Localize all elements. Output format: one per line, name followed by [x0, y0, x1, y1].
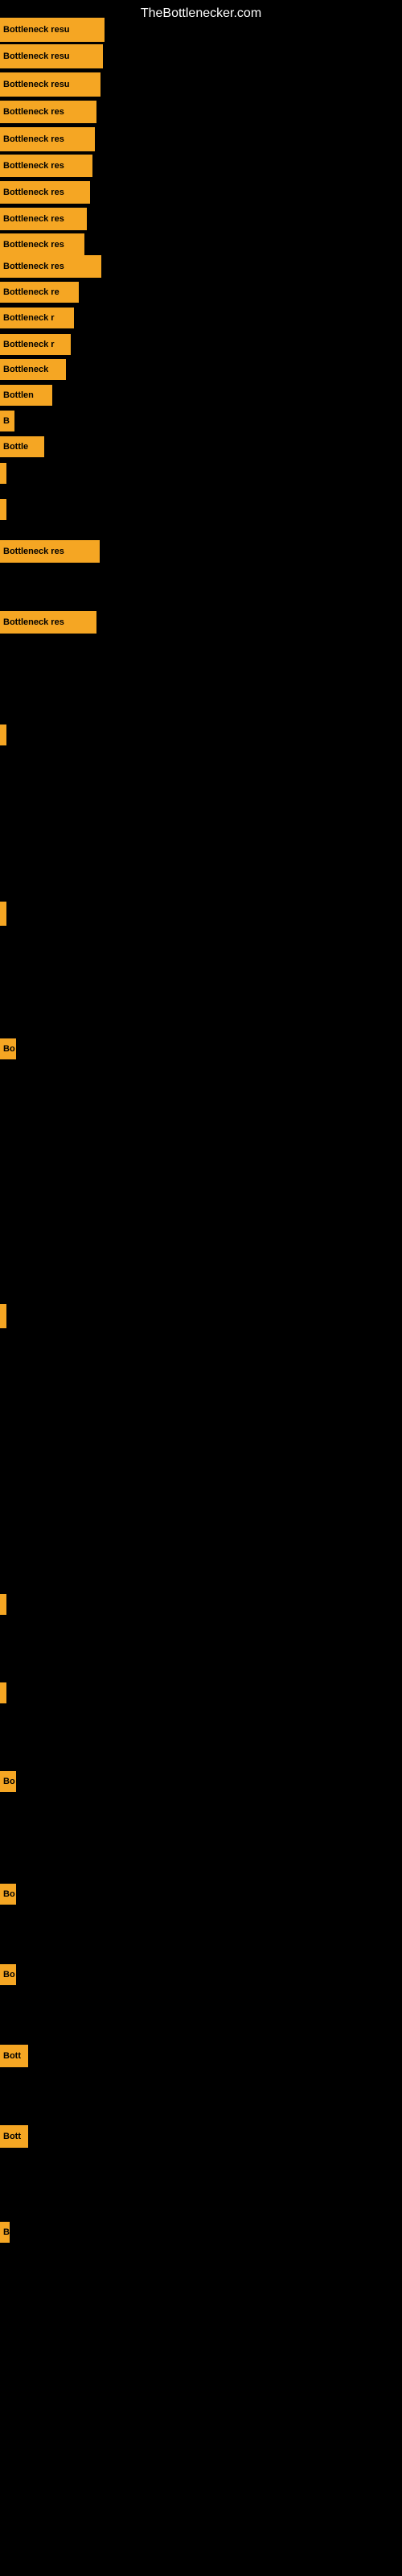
bottleneck-bar: Bottleneck re — [0, 282, 79, 303]
bottleneck-bar: Bottlen — [0, 385, 52, 406]
bottleneck-bar: Bottleneck res — [0, 155, 92, 177]
bottleneck-bar: Bott — [0, 2045, 28, 2067]
bottleneck-bar: Bottleneck res — [0, 233, 84, 256]
bottleneck-bar — [0, 1304, 6, 1328]
bottleneck-bar: Bottleneck res — [0, 101, 96, 123]
bottleneck-bar — [0, 1682, 6, 1703]
bottleneck-bar: B — [0, 2222, 10, 2243]
bottleneck-bar: Bottleneck resu — [0, 18, 105, 42]
bottleneck-bar: Bottleneck res — [0, 611, 96, 634]
bottleneck-bar — [0, 902, 6, 926]
bottleneck-bar: Bottleneck res — [0, 255, 101, 278]
bottleneck-bar: Bottleneck res — [0, 540, 100, 563]
bottleneck-bar: Bottleneck res — [0, 208, 87, 230]
bottleneck-bar: Bottle — [0, 436, 44, 457]
bottleneck-bar: Bottleneck res — [0, 181, 90, 204]
bottleneck-bar: Bottleneck r — [0, 334, 71, 355]
bottleneck-bar: Bottleneck — [0, 359, 66, 380]
bottleneck-bar: Bottleneck resu — [0, 44, 103, 68]
bottleneck-bar — [0, 499, 6, 520]
bottleneck-bar: Bottleneck resu — [0, 72, 100, 97]
bottleneck-bar: B — [0, 411, 14, 431]
bottleneck-bar: Bott — [0, 2125, 28, 2148]
bottleneck-bar: Bo — [0, 1884, 16, 1905]
bottleneck-bar: Bo — [0, 1038, 16, 1059]
bottleneck-bar: Bo — [0, 1771, 16, 1792]
bottleneck-bar: Bo — [0, 1964, 16, 1985]
bottleneck-bar: Bottleneck r — [0, 308, 74, 328]
bottleneck-bar — [0, 463, 6, 484]
bottleneck-bar — [0, 724, 6, 745]
bottleneck-bar: Bottleneck res — [0, 127, 95, 151]
bottleneck-bar — [0, 1594, 6, 1615]
